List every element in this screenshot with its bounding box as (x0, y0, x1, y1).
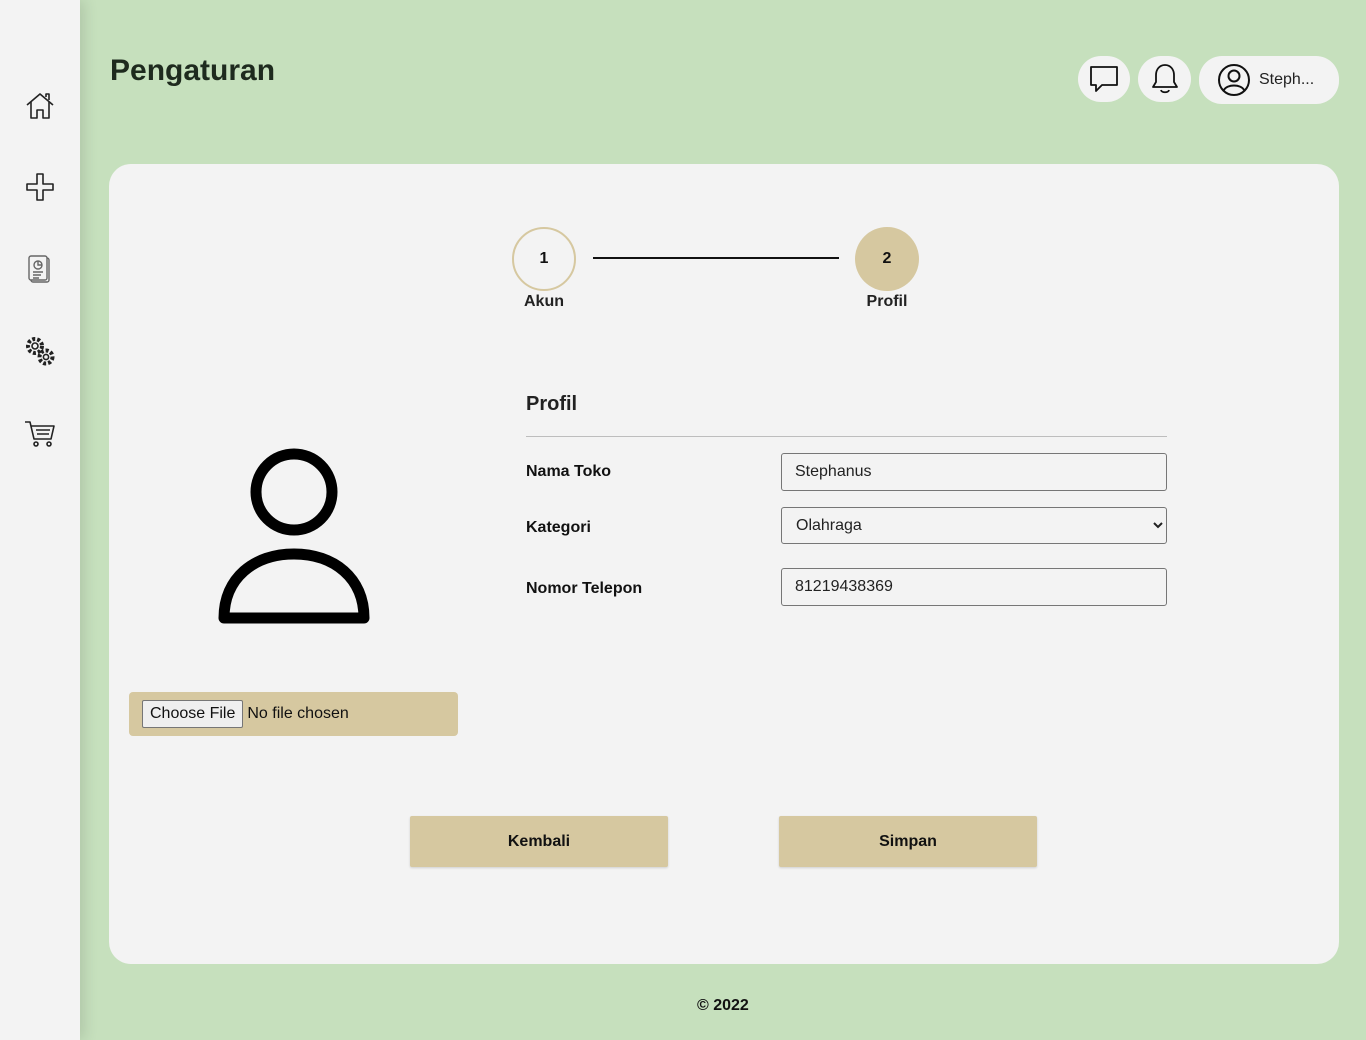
bell-icon (1151, 64, 1178, 94)
report-icon[interactable] (20, 249, 60, 289)
gears-icon[interactable] (20, 331, 60, 371)
step-2-circle[interactable]: 2 (855, 227, 919, 291)
phone-label: Nomor Telepon (526, 580, 643, 597)
category-label: Kategori (526, 519, 591, 536)
user-name: Steph... (1259, 71, 1315, 88)
profile-placeholder-icon (218, 448, 370, 624)
back-button[interactable]: Kembali (410, 816, 668, 867)
phone-input[interactable] (781, 568, 1167, 606)
user-avatar-icon (1218, 64, 1250, 96)
choose-file-button[interactable]: Choose File (142, 700, 244, 728)
settings-card: 1 2 Akun Profil Choose File No file chos… (109, 164, 1339, 964)
footer-copyright: © 2022 (697, 997, 749, 1014)
file-upload: Choose File No file chosen (129, 692, 458, 736)
notifications-button[interactable] (1138, 56, 1191, 102)
step-1-circle[interactable]: 1 (512, 227, 576, 291)
step-1-label: Akun (524, 293, 564, 310)
section-divider (526, 436, 1167, 437)
file-status: No file chosen (247, 705, 349, 722)
step-2-number: 2 (882, 250, 892, 267)
step-2-label: Profil (866, 293, 908, 310)
step-connector (593, 257, 839, 259)
category-select[interactable]: Olahraga (781, 507, 1167, 544)
save-button[interactable]: Simpan (779, 816, 1037, 867)
cart-icon[interactable] (20, 413, 60, 453)
page-title: Pengaturan (110, 54, 276, 87)
store-name-label: Nama Toko (526, 463, 612, 480)
messages-button[interactable] (1078, 56, 1130, 102)
store-name-input[interactable] (781, 453, 1167, 491)
step-1-number: 1 (539, 250, 549, 267)
home-icon[interactable] (20, 86, 60, 126)
user-menu-button[interactable]: Steph... (1199, 56, 1339, 104)
plus-icon[interactable] (20, 167, 60, 207)
section-title: Profil (526, 393, 578, 415)
sidebar (0, 0, 80, 1040)
chat-bubble-icon (1090, 66, 1118, 92)
